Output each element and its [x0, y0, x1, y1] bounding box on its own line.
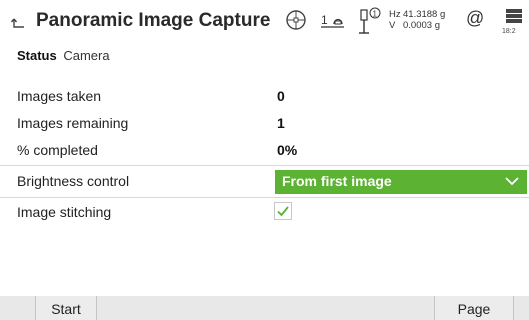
brightness-control-label: Brightness control: [17, 173, 130, 189]
images-remaining-row: Images remaining 1: [0, 111, 529, 136]
brightness-control-dropdown[interactable]: From first image: [275, 170, 527, 194]
page-button[interactable]: Page: [434, 296, 514, 320]
v-value: 0.0003 g: [403, 20, 440, 31]
divider: [0, 165, 529, 166]
brightness-control-value: From first image: [282, 173, 392, 189]
v-label: V: [389, 20, 396, 31]
battery-icon[interactable]: 18:2: [502, 6, 528, 36]
images-taken-row: Images taken 0: [0, 84, 529, 109]
measure-mode-icon[interactable]: 1: [320, 8, 346, 36]
checkmark-icon: [277, 206, 289, 217]
hz-value: 41.3188 g: [403, 9, 446, 20]
at-icon[interactable]: @: [466, 8, 484, 29]
start-button[interactable]: Start: [35, 296, 97, 320]
percent-completed-value: 0%: [277, 142, 298, 158]
back-arrow-icon[interactable]: [10, 15, 28, 33]
chevron-down-icon: [505, 177, 519, 186]
images-taken-value: 0: [277, 88, 285, 104]
images-remaining-label: Images remaining: [17, 115, 129, 131]
image-stitching-row: Image stitching: [0, 200, 529, 225]
prism-number: 1: [373, 10, 378, 19]
images-remaining-value: 1: [277, 115, 285, 131]
image-stitching-checkbox[interactable]: [274, 202, 292, 220]
angle-readout: Hz 41.3188 g V 0.0003 g: [389, 9, 445, 31]
battery-time: 18:2: [502, 28, 516, 35]
divider: [0, 197, 529, 198]
softkey-bar: Start Page: [0, 296, 529, 320]
percent-completed-row: % completed 0%: [0, 138, 529, 163]
target-icon[interactable]: [285, 9, 307, 31]
prism-icon[interactable]: 1: [356, 6, 384, 34]
tab-status[interactable]: Status: [17, 48, 57, 63]
images-taken-label: Images taken: [17, 88, 102, 104]
hz-label: Hz: [389, 9, 401, 20]
percent-completed-label: % completed: [17, 142, 98, 158]
tab-camera[interactable]: Camera: [63, 48, 109, 63]
image-stitching-label: Image stitching: [17, 204, 112, 220]
tab-bar: Status Camera: [17, 48, 113, 63]
title-bar: Panoramic Image Capture: [0, 0, 529, 48]
page-title: Panoramic Image Capture: [36, 10, 271, 31]
mode-number: 1: [321, 13, 328, 27]
